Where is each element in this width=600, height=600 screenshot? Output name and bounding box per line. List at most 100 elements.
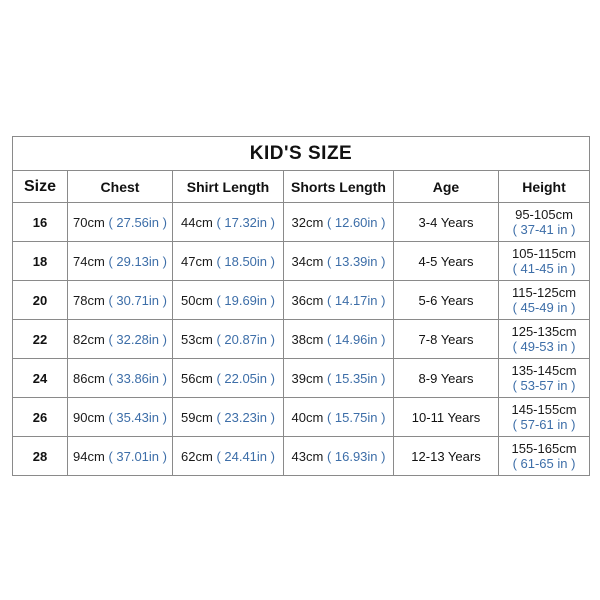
table-row: 26 90cm ( 35.43in ) 59cm ( 23.23in ) 40c… xyxy=(12,397,591,437)
shorts-inch-value: ( 15.35in ) xyxy=(326,370,386,386)
column-header-height: Height xyxy=(497,170,591,203)
cell-shorts-length: 40cm ( 15.75in ) xyxy=(283,397,394,437)
height-cm-value: 115-125cm xyxy=(511,285,577,300)
cell-height: 95-105cm( 37-41 in ) xyxy=(497,202,591,242)
cell-shorts-length: 38cm ( 14.96in ) xyxy=(283,319,394,359)
table-row: 28 94cm ( 37.01in ) 62cm ( 24.41in ) 43c… xyxy=(12,436,591,476)
chest-inch-value: ( 37.01in ) xyxy=(108,448,167,464)
chest-cm-value: 70cm xyxy=(73,214,105,230)
shirt-inch-value: ( 24.41in ) xyxy=(216,448,275,464)
title-row: KID'S SIZE xyxy=(11,136,591,171)
cell-age: 12-13 Years xyxy=(393,436,499,476)
cell-chest: 86cm ( 33.86in ) xyxy=(67,358,173,398)
cell-size: 20 xyxy=(12,280,68,320)
chest-inch-value: ( 27.56in ) xyxy=(108,214,167,230)
cell-age: 3-4 Years xyxy=(393,202,499,242)
shorts-cm-value: 43cm xyxy=(291,448,324,464)
shorts-inch-value: ( 13.39in ) xyxy=(326,253,386,269)
height-inch-value: ( 41-45 in ) xyxy=(512,261,576,276)
height-cm-value: 135-145cm xyxy=(511,363,577,378)
cell-height: 125-135cm( 49-53 in ) xyxy=(497,319,591,359)
shirt-inch-value: ( 17.32in ) xyxy=(216,214,275,230)
cell-age: 4-5 Years xyxy=(393,241,499,281)
chest-cm-value: 78cm xyxy=(73,292,105,308)
column-header-age: Age xyxy=(393,170,499,203)
shirt-inch-value: ( 19.69in ) xyxy=(216,292,275,308)
height-inch-value: ( 53-57 in ) xyxy=(512,378,576,393)
chest-inch-value: ( 29.13in ) xyxy=(108,253,167,269)
shirt-inch-value: ( 20.87in ) xyxy=(216,331,275,347)
height-inch-value: ( 57-61 in ) xyxy=(512,417,576,432)
table-row: 24 86cm ( 33.86in ) 56cm ( 22.05in ) 39c… xyxy=(12,358,591,398)
chest-inch-value: ( 33.86in ) xyxy=(108,370,167,386)
column-header-shorts-length: Shorts Length xyxy=(283,170,394,203)
height-inch-value: ( 37-41 in ) xyxy=(512,222,576,237)
size-chart-container: KID'S SIZE Size Chest Shirt Length Short… xyxy=(11,136,591,476)
chest-inch-value: ( 32.28in ) xyxy=(108,331,167,347)
height-cm-value: 105-115cm xyxy=(511,246,577,261)
chest-cm-value: 86cm xyxy=(73,370,105,386)
chart-title: KID'S SIZE xyxy=(11,136,591,171)
shorts-inch-value: ( 12.60in ) xyxy=(326,214,386,230)
shirt-cm-value: 56cm xyxy=(181,370,213,386)
cell-chest: 78cm ( 30.71in ) xyxy=(67,280,173,320)
shirt-cm-value: 47cm xyxy=(181,253,213,269)
table-row: 16 70cm ( 27.56in ) 44cm ( 17.32in ) 32c… xyxy=(12,202,591,242)
cell-chest: 74cm ( 29.13in ) xyxy=(67,241,173,281)
cell-shorts-length: 43cm ( 16.93in ) xyxy=(283,436,394,476)
shirt-cm-value: 59cm xyxy=(181,409,213,425)
shirt-cm-value: 62cm xyxy=(181,448,213,464)
table-row: 20 78cm ( 30.71in ) 50cm ( 19.69in ) 36c… xyxy=(12,280,591,320)
cell-chest: 82cm ( 32.28in ) xyxy=(67,319,173,359)
cell-chest: 70cm ( 27.56in ) xyxy=(67,202,173,242)
height-inch-value: ( 45-49 in ) xyxy=(512,300,576,315)
cell-shorts-length: 39cm ( 15.35in ) xyxy=(283,358,394,398)
height-cm-value: 155-165cm xyxy=(511,441,577,456)
table-row: 18 74cm ( 29.13in ) 47cm ( 18.50in ) 34c… xyxy=(12,241,591,281)
cell-size: 28 xyxy=(12,436,68,476)
kids-size-table: KID'S SIZE Size Chest Shirt Length Short… xyxy=(11,136,591,476)
cell-shorts-length: 34cm ( 13.39in ) xyxy=(283,241,394,281)
chest-cm-value: 74cm xyxy=(73,253,105,269)
column-header-size: Size xyxy=(12,170,68,203)
shorts-inch-value: ( 14.17in ) xyxy=(326,292,386,308)
shorts-cm-value: 32cm xyxy=(291,214,324,230)
shorts-inch-value: ( 15.75in ) xyxy=(326,409,386,425)
height-inch-value: ( 61-65 in ) xyxy=(512,456,576,471)
shorts-cm-value: 34cm xyxy=(291,253,324,269)
cell-shorts-length: 36cm ( 14.17in ) xyxy=(283,280,394,320)
cell-shirt-length: 47cm ( 18.50in ) xyxy=(172,241,284,281)
cell-shirt-length: 53cm ( 20.87in ) xyxy=(172,319,284,359)
chest-inch-value: ( 35.43in ) xyxy=(108,409,167,425)
shirt-cm-value: 44cm xyxy=(181,214,213,230)
height-cm-value: 145-155cm xyxy=(511,402,577,417)
cell-chest: 94cm ( 37.01in ) xyxy=(67,436,173,476)
height-cm-value: 95-105cm xyxy=(515,207,573,222)
cell-size: 26 xyxy=(12,397,68,437)
cell-size: 16 xyxy=(12,202,68,242)
cell-size: 24 xyxy=(12,358,68,398)
shirt-cm-value: 50cm xyxy=(181,292,213,308)
height-cm-value: 125-135cm xyxy=(511,324,577,339)
shorts-cm-value: 39cm xyxy=(291,370,324,386)
chest-cm-value: 94cm xyxy=(73,448,105,464)
cell-size: 22 xyxy=(12,319,68,359)
cell-height: 135-145cm( 53-57 in ) xyxy=(497,358,591,398)
cell-chest: 90cm ( 35.43in ) xyxy=(67,397,173,437)
height-inch-value: ( 49-53 in ) xyxy=(512,339,576,354)
column-header-chest: Chest xyxy=(67,170,173,203)
cell-age: 10-11 Years xyxy=(393,397,499,437)
shorts-inch-value: ( 14.96in ) xyxy=(326,331,386,347)
shorts-cm-value: 40cm xyxy=(291,409,324,425)
cell-shirt-length: 44cm ( 17.32in ) xyxy=(172,202,284,242)
cell-height: 115-125cm( 45-49 in ) xyxy=(497,280,591,320)
shorts-cm-value: 36cm xyxy=(291,292,324,308)
cell-shorts-length: 32cm ( 12.60in ) xyxy=(283,202,394,242)
chest-inch-value: ( 30.71in ) xyxy=(108,292,167,308)
cell-height: 105-115cm( 41-45 in ) xyxy=(497,241,591,281)
shirt-cm-value: 53cm xyxy=(181,331,213,347)
table-body: KID'S SIZE Size Chest Shirt Length Short… xyxy=(11,136,591,476)
cell-age: 8-9 Years xyxy=(393,358,499,398)
cell-shirt-length: 62cm ( 24.41in ) xyxy=(172,436,284,476)
chest-cm-value: 90cm xyxy=(73,409,105,425)
